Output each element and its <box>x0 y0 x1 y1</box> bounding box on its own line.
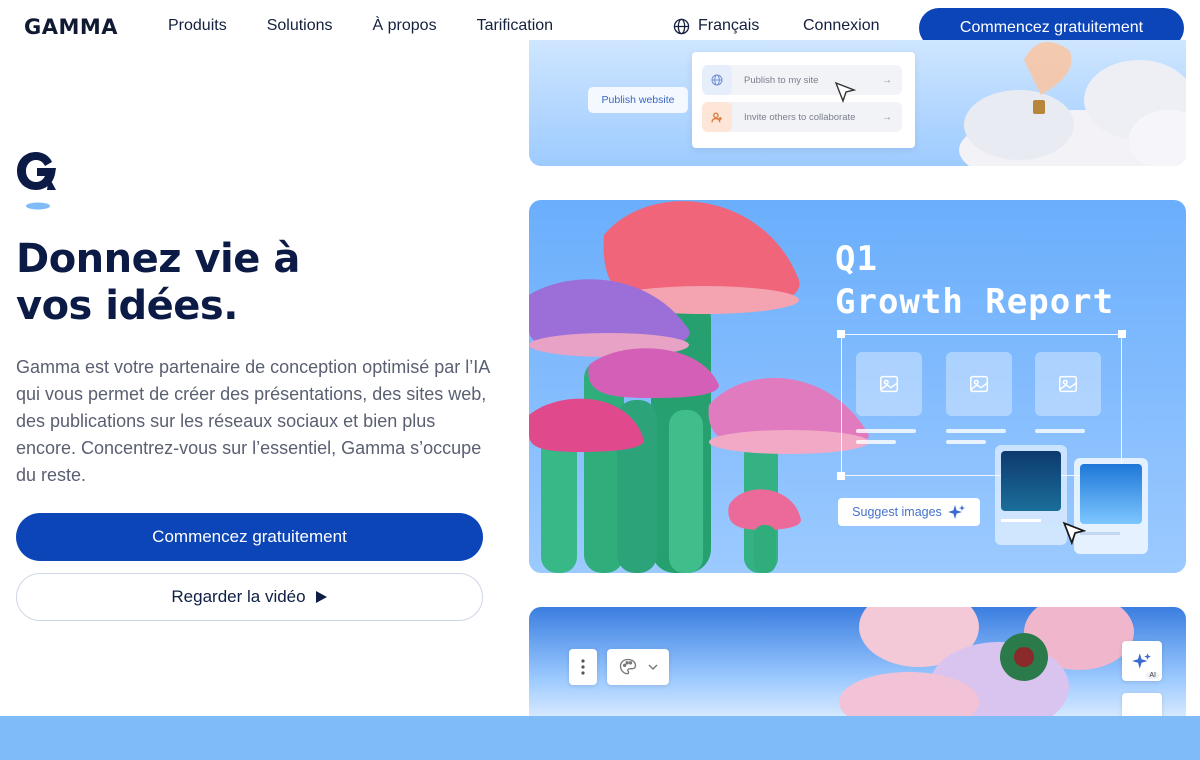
arrow-right-icon: → <box>882 74 892 86</box>
watch-video-label: Regarder la vidéo <box>171 587 306 606</box>
ai-badge: AI <box>1146 672 1159 679</box>
gamma-logo[interactable]: GAMMA <box>24 15 118 39</box>
suggested-image <box>1080 464 1142 524</box>
growth-report-card: Q1 Growth Report Suggest images <box>529 200 1186 573</box>
mushrooms-illustration <box>529 201 869 573</box>
text-line <box>1001 519 1041 522</box>
users-icon <box>702 102 732 132</box>
image-icon <box>970 375 988 393</box>
suggested-image-card[interactable] <box>995 445 1067 545</box>
invite-collaborate-label: Invite others to collaborate <box>744 111 856 123</box>
publish-to-site-option[interactable]: Publish to my site → <box>702 65 902 95</box>
sparkle-icon <box>1132 653 1151 669</box>
bottom-accent-band <box>0 716 1200 760</box>
resize-handle-top-left[interactable] <box>837 330 845 338</box>
play-icon <box>315 591 327 603</box>
report-title-line2: Growth Report <box>835 282 1115 322</box>
editor-showcase-card: AI <box>529 607 1186 727</box>
ai-assist-button[interactable]: AI <box>1122 641 1162 681</box>
clouds-illustration <box>959 42 1186 166</box>
cursor-icon <box>834 81 856 103</box>
nav-link-tarification[interactable]: Tarification <box>477 17 553 35</box>
text-line <box>946 429 1006 433</box>
invite-collaborate-option[interactable]: Invite others to collaborate → <box>702 102 902 132</box>
resize-handle-top-right[interactable] <box>1118 330 1126 338</box>
language-selector[interactable]: Français <box>673 17 759 35</box>
image-icon <box>880 375 898 393</box>
globe-icon <box>702 65 732 95</box>
gamma-mark-icon <box>17 152 56 210</box>
suggest-images-button[interactable]: Suggest images <box>838 498 980 526</box>
cursor-icon <box>1062 521 1086 545</box>
nav-link-a-propos[interactable]: À propos <box>373 17 437 35</box>
more-options-button[interactable] <box>569 649 597 685</box>
arrow-right-icon: → <box>882 111 892 123</box>
text-line <box>1035 429 1085 433</box>
hero-title-line2: vos idées. <box>16 283 238 329</box>
image-placeholder <box>946 352 1012 416</box>
publish-website-button[interactable]: Publish website <box>588 87 688 113</box>
report-title-line1: Q1 <box>835 239 878 279</box>
share-panel: Publish to my site → Invite others to co… <box>692 52 915 148</box>
palette-icon <box>619 658 637 675</box>
hero-title-line1: Donnez vie à <box>16 236 300 282</box>
text-line <box>856 440 896 444</box>
suggest-images-label: Suggest images <box>852 505 942 519</box>
image-placeholder <box>1035 352 1101 416</box>
nav-links: Produits Solutions À propos Tarification <box>168 17 593 35</box>
report-title: Q1 Growth Report <box>835 238 1114 324</box>
watch-video-button[interactable]: Regarder la vidéo <box>16 573 483 621</box>
theme-palette-dropdown[interactable] <box>607 649 669 685</box>
publish-to-site-label: Publish to my site <box>744 74 819 86</box>
image-placeholder <box>856 352 922 416</box>
chevron-down-icon <box>648 664 658 670</box>
language-label: Français <box>698 17 760 34</box>
globe-icon <box>673 18 690 34</box>
image-icon <box>1059 375 1077 393</box>
sparkle-icon <box>947 505 965 519</box>
text-line <box>1080 532 1120 535</box>
nav-link-produits[interactable]: Produits <box>168 17 227 35</box>
hero-description: Gamma est votre partenaire de conception… <box>16 357 490 485</box>
nav-link-solutions[interactable]: Solutions <box>267 17 333 35</box>
login-link[interactable]: Connexion <box>803 17 880 35</box>
hero-signup-button[interactable]: Commencez gratuitement <box>16 513 483 561</box>
text-line <box>856 429 916 433</box>
hero-title: Donnez vie à vos idées. <box>16 236 496 330</box>
text-line <box>946 440 986 444</box>
resize-handle-bottom-left[interactable] <box>837 472 845 480</box>
publish-showcase-card: Publish website Publish to my site → Inv… <box>529 40 1186 166</box>
vertical-dots-icon <box>581 659 585 675</box>
suggested-image <box>1001 451 1061 511</box>
